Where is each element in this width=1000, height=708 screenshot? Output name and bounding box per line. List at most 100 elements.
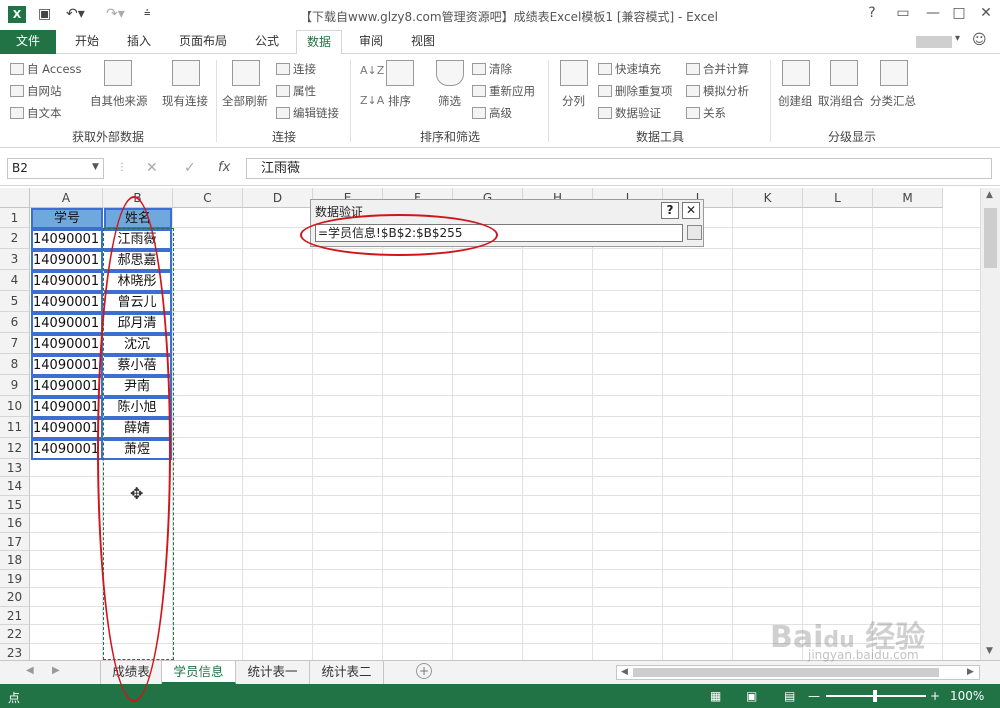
from-text-button[interactable]: 自文本 [10,105,62,121]
sort-az-icon[interactable]: A↓Z [360,64,384,77]
zoom-out-icon[interactable]: — [808,689,820,703]
sort-za-icon[interactable]: Z↓A [360,94,384,107]
row-header[interactable]: 8 [0,354,30,375]
tab-formulas[interactable]: 公式 [244,30,290,54]
chevron-down-icon[interactable]: ▼ [92,162,99,172]
row-header[interactable]: 4 [0,270,30,291]
page-break-view-icon[interactable]: ▤ [784,689,795,703]
cell-student-id[interactable]: 14090001 [31,271,103,292]
column-header[interactable]: C [173,188,243,208]
flash-fill-button[interactable]: 快速填充 [598,61,661,77]
row-header[interactable]: 14 [0,477,30,496]
cancel-edit-icon[interactable]: ✕ [146,160,158,176]
row-header[interactable]: 12 [0,438,30,459]
row-header[interactable]: 7 [0,333,30,354]
dialog-help-button[interactable]: ? [661,202,679,219]
sheet-tab-students[interactable]: 学员信息 [162,661,236,684]
smiley-icon[interactable]: ☺ [972,32,987,48]
header-cell-id[interactable]: 学号 [31,208,103,229]
connections-button[interactable]: 连接 [276,61,316,77]
advanced-button[interactable]: 高级 [472,105,512,121]
row-header[interactable]: 9 [0,375,30,396]
column-header[interactable]: L [803,188,873,208]
row-header[interactable]: 5 [0,291,30,312]
data-validation-button[interactable]: 数据验证 [598,105,661,121]
row-header[interactable]: 21 [0,607,30,625]
undo-icon[interactable]: ↶▾ [66,6,85,22]
scroll-left-icon[interactable]: ◀ [621,667,628,677]
reapply-button[interactable]: 重新应用 [472,83,535,99]
tab-home[interactable]: 开始 [64,30,110,54]
tab-file[interactable]: 文件 [0,30,56,54]
column-header[interactable]: A [30,188,103,208]
what-if-button[interactable]: 模拟分析 [686,83,749,99]
row-header[interactable]: 20 [0,588,30,607]
filter-button[interactable]: 筛选 [438,93,461,109]
cell-student-id[interactable]: 14090001 [31,397,103,418]
cell-student-id[interactable]: 14090001 [31,292,103,313]
page-layout-view-icon[interactable]: ▣ [746,689,757,703]
add-sheet-button[interactable]: + [416,663,432,679]
help-button[interactable]: ? [861,5,883,21]
row-header[interactable]: 23 [0,644,30,660]
properties-button[interactable]: 属性 [276,83,316,99]
tab-view[interactable]: 视图 [400,30,446,54]
consolidate-button[interactable]: 合并计算 [686,61,749,77]
from-access-button[interactable]: 自 Access [10,61,82,77]
horizontal-scrollbar[interactable]: ◀ ▶ [616,665,980,680]
other-sources-button[interactable]: 自其他来源 [90,93,148,109]
dialog-close-button[interactable]: ✕ [682,202,700,219]
cell-student-id[interactable]: 14090001 [31,418,103,439]
customize-qat-icon[interactable]: ⩮ [144,6,150,20]
column-header[interactable]: K [733,188,803,208]
column-header[interactable]: B [103,188,173,208]
scroll-thumb[interactable] [984,208,997,268]
row-header[interactable]: 1 [0,208,30,228]
subtotal-button[interactable]: 分类汇总 [870,93,916,109]
cell-student-id[interactable]: 14090001 [31,355,103,376]
zoom-in-icon[interactable]: + [930,689,940,703]
sheet-tab-stats-1[interactable]: 统计表一 [236,661,310,684]
sheet-tab-stats-2[interactable]: 统计表二 [310,661,384,684]
refresh-all-button[interactable]: 全部刷新 [222,93,268,109]
next-sheet-icon[interactable]: ▶ [52,665,60,676]
worksheet-grid[interactable]: ABCDEFGHIJKLM 1 2 3 4 5 6 7 8 9 10 11 12 13 14 15 16 17 1… [0,188,980,660]
tab-insert[interactable]: 插入 [116,30,162,54]
row-header[interactable]: 15 [0,496,30,514]
text-to-columns-button[interactable]: 分列 [562,93,585,109]
remove-duplicates-button[interactable]: 删除重复项 [598,83,673,99]
cell-student-id[interactable]: 14090001 [31,313,103,334]
tab-review[interactable]: 审阅 [348,30,394,54]
from-web-button[interactable]: 自网站 [10,83,62,99]
insert-function-icon[interactable]: fx [218,160,230,175]
ungroup-button[interactable]: 取消组合 [818,93,864,109]
header-cell-name[interactable]: 姓名 [104,208,172,229]
scroll-up-icon[interactable]: ▲ [986,190,993,200]
minimize-button[interactable]: — [922,5,944,21]
scroll-down-icon[interactable]: ▼ [986,646,993,656]
row-header[interactable]: 13 [0,459,30,477]
cell-student-id[interactable]: 14090001 [31,376,103,397]
row-header[interactable]: 22 [0,625,30,644]
row-header[interactable]: 18 [0,551,30,570]
cell-student-id[interactable]: 14090001 [31,334,103,355]
cell-student-id[interactable]: 14090001 [31,229,103,250]
cell-student-id[interactable]: 14090001 [31,439,103,460]
tab-page-layout[interactable]: 页面布局 [170,30,236,54]
row-header[interactable]: 3 [0,249,30,270]
restore-button[interactable]: □ [948,5,970,21]
redo-icon[interactable]: ↷▾ [106,6,125,22]
vertical-scrollbar[interactable]: ▲ ▼ [980,188,1000,660]
group-button[interactable]: 创建组 [778,93,813,109]
drag-handle-icon[interactable]: ⋮ [117,162,127,173]
cell-student-id[interactable]: 14090001 [31,250,103,271]
column-header[interactable]: M [873,188,943,208]
chevron-down-icon[interactable]: ▾ [955,33,960,44]
formula-input[interactable]: 江雨薇 [246,158,992,179]
zoom-slider-thumb[interactable] [873,690,877,702]
source-range-input[interactable]: =学员信息!$B$2:$B$255 [315,224,683,242]
normal-view-icon[interactable]: ▦ [710,689,721,703]
scroll-thumb[interactable] [633,668,939,677]
tab-data[interactable]: 数据 [296,30,342,55]
account-avatar[interactable] [916,36,952,48]
